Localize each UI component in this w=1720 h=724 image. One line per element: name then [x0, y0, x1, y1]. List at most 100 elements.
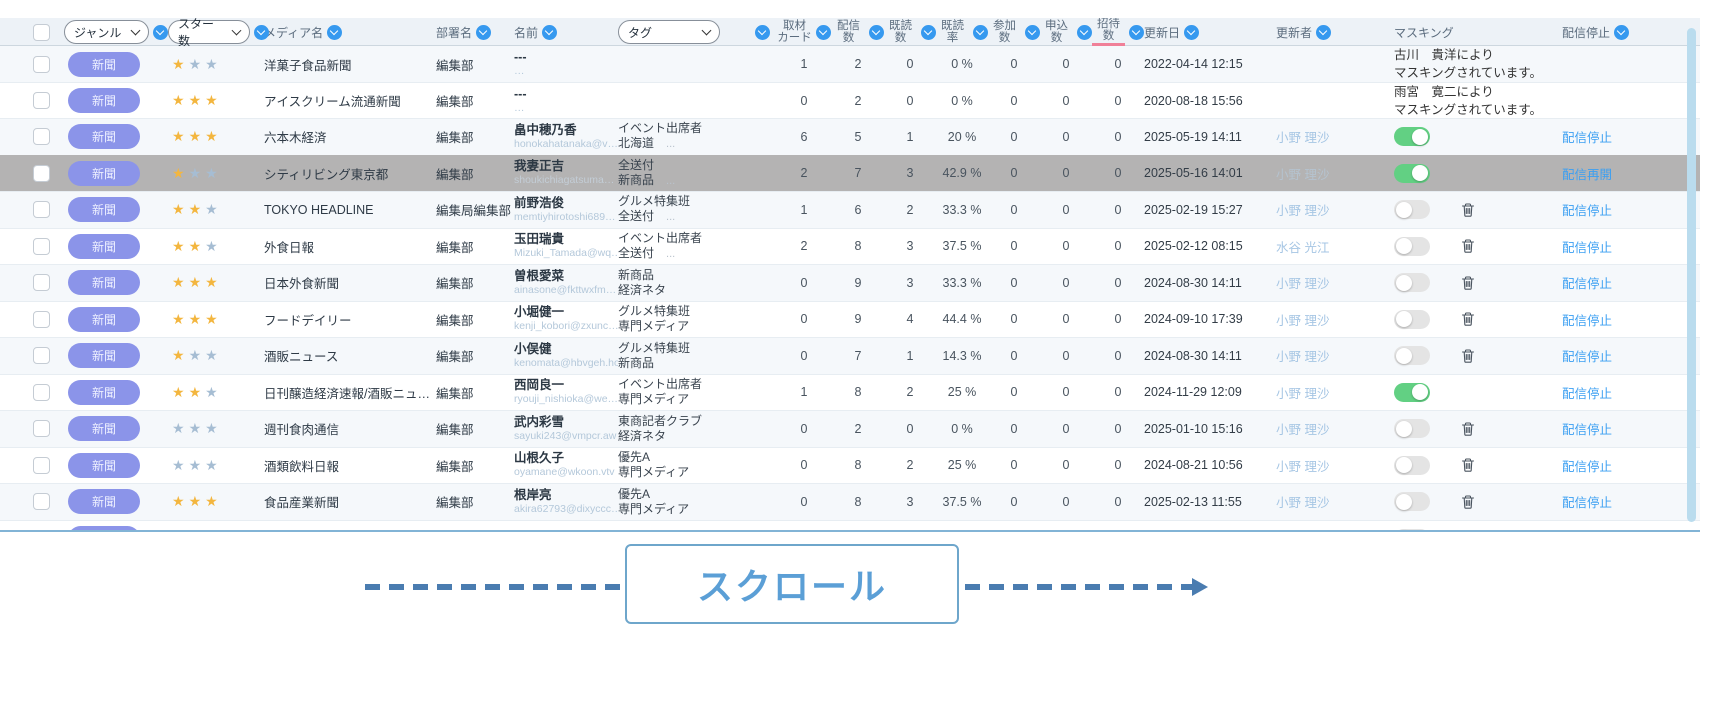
trash-icon[interactable]: [1460, 457, 1476, 473]
col-header-delivered: 配信数: [832, 20, 884, 44]
sort-icon-card[interactable]: [816, 25, 831, 40]
sort-icon-genre[interactable]: [153, 25, 168, 40]
toggle-knob: [1396, 421, 1412, 437]
sort-icon-name[interactable]: [542, 25, 557, 40]
table-row[interactable]: 新聞 ★★★ 六本木経済 編集部 畠中穂乃香 honokahatanaka@v……: [0, 118, 1700, 155]
distribution-stop-link[interactable]: 配信停止: [1562, 314, 1612, 328]
masking-toggle[interactable]: [1394, 383, 1430, 402]
select-all-checkbox[interactable]: [33, 24, 50, 41]
sort-icon-stars[interactable]: [254, 25, 269, 40]
genre-filter-dropdown[interactable]: ジャンル: [64, 20, 149, 44]
table-row[interactable]: 新聞 ★★★ 冷食日報 冷食日報部 吉村勝美 新商品 ... 0 7 1 14.…: [0, 520, 1700, 533]
row-checkbox[interactable]: [33, 274, 50, 291]
row-checkbox[interactable]: [33, 92, 50, 109]
row-checkbox[interactable]: [33, 384, 50, 401]
sort-icon-updated[interactable]: [1184, 25, 1199, 40]
row-checkbox[interactable]: [33, 530, 50, 532]
distribution-stop-link[interactable]: 配信停止: [1562, 277, 1612, 291]
delivered-count: 8: [832, 458, 884, 472]
table-row[interactable]: 新聞 ★★★ 洋菓子食品新聞 編集部 --- … ... 1 2 0 0 % 0…: [0, 46, 1700, 82]
star-filter-dropdown[interactable]: スター数: [168, 20, 250, 44]
read-rate: 0 %: [936, 57, 988, 71]
row-checkbox[interactable]: [33, 56, 50, 73]
distribution-stop-link[interactable]: 配信停止: [1562, 350, 1612, 364]
row-checkbox[interactable]: [33, 347, 50, 364]
masking-toggle[interactable]: [1394, 456, 1430, 475]
table-row[interactable]: 新聞 ★★★ アイスクリーム流通新聞 編集部 --- … ... 0 2 0 0…: [0, 82, 1700, 119]
trash-icon[interactable]: [1460, 311, 1476, 327]
tag-filter-dropdown[interactable]: タグ: [618, 20, 720, 44]
row-checkbox[interactable]: [33, 493, 50, 510]
masking-toggle[interactable]: [1394, 237, 1430, 256]
row-checkbox[interactable]: [33, 128, 50, 145]
distribution-stop-link[interactable]: 配信停止: [1562, 460, 1612, 474]
masking-cell: [1394, 200, 1562, 219]
sort-icon-applications[interactable]: [1077, 25, 1092, 40]
row-checkbox[interactable]: [33, 420, 50, 437]
sort-icon-read[interactable]: [921, 25, 936, 40]
table-row[interactable]: 新聞 ★★★ 日本外食新聞 編集部 曽根愛菜 ainasone@fkttwxfm…: [0, 264, 1700, 301]
sort-icon-rate[interactable]: [973, 25, 988, 40]
table-row[interactable]: 新聞 ★★★ TOKYO HEADLINE 編集局編集部 前野浩俊 memtiy…: [0, 191, 1700, 228]
person-name: 畠中穂乃香: [514, 123, 618, 138]
trash-icon[interactable]: [1460, 238, 1476, 254]
sort-icon-invites[interactable]: [1129, 25, 1144, 40]
sort-icon-participants[interactable]: [1025, 25, 1040, 40]
vertical-scrollbar-thumb[interactable]: [1687, 28, 1696, 522]
invites-count: 0: [1092, 458, 1144, 472]
table-row[interactable]: 新聞 ★★★ 酒類飲料日報 編集部 山根久子 oyamane@wkoon.vtv…: [0, 447, 1700, 484]
row-checkbox[interactable]: [33, 165, 50, 182]
star-icon: ★: [172, 128, 189, 144]
row-checkbox[interactable]: [33, 201, 50, 218]
chevron-down-icon: [702, 26, 712, 36]
department: 冷食日報部: [436, 529, 514, 532]
masking-toggle[interactable]: [1394, 273, 1430, 292]
distribution-stop-link[interactable]: 配信再開: [1562, 168, 1612, 182]
sort-icon-updater[interactable]: [1316, 25, 1331, 40]
table-row[interactable]: 新聞 ★★★ 週刊食肉通信 編集部 武内彩雪 sayuki243@vmpcr.a…: [0, 410, 1700, 447]
table-row[interactable]: 新聞 ★★★ 食品産業新聞 編集部 根岸亮 akira62793@dixyccc…: [0, 483, 1700, 520]
genre-badge: 新聞: [68, 52, 140, 77]
table-row[interactable]: 新聞 ★★★ 外食日報 編集部 玉田瑞貴 Mizuki_Tamada@wq… イ…: [0, 228, 1700, 265]
person-email: oyamane@wkoon.vtv: [514, 466, 618, 479]
distribution-stop-link[interactable]: 配信停止: [1562, 496, 1612, 510]
distribution-stop-link[interactable]: 配信停止: [1562, 423, 1612, 437]
masking-toggle[interactable]: [1394, 127, 1430, 146]
invites-count: 0: [1092, 385, 1144, 399]
masking-toggle[interactable]: [1394, 492, 1430, 511]
trash-icon[interactable]: [1460, 421, 1476, 437]
trash-icon[interactable]: [1460, 275, 1476, 291]
masking-toggle[interactable]: [1394, 419, 1430, 438]
sort-icon-dept[interactable]: [476, 25, 491, 40]
media-name: 冷食日報: [264, 529, 436, 532]
updated-by: 小野 理沙: [1276, 273, 1394, 292]
distribution-stop-link[interactable]: 配信停止: [1562, 204, 1612, 218]
table-row[interactable]: 新聞 ★★★ 酒販ニュース 編集部 小俣健 kenomata@hbvgeh.ho…: [0, 337, 1700, 374]
row-checkbox[interactable]: [33, 311, 50, 328]
sort-icon-stop[interactable]: [1614, 25, 1629, 40]
row-checkbox[interactable]: [33, 457, 50, 474]
sort-icon-tag[interactable]: [755, 25, 770, 40]
table-row[interactable]: 新聞 ★★★ フードデイリー 編集部 小堀健一 kenji_kobori@zxu…: [0, 301, 1700, 338]
masking-toggle[interactable]: [1394, 164, 1430, 183]
table-row[interactable]: 新聞 ★★★ 日刊醸造経済速報/酒販ニュ… 編集部 西岡良一 ryouji_ni…: [0, 374, 1700, 411]
media-name: 六本木経済: [264, 127, 436, 146]
row-checkbox[interactable]: [33, 238, 50, 255]
distribution-stop-link[interactable]: 配信停止: [1562, 131, 1612, 145]
trash-icon[interactable]: [1460, 530, 1476, 532]
masking-toggle[interactable]: [1394, 200, 1430, 219]
trash-icon[interactable]: [1460, 202, 1476, 218]
sort-icon-media[interactable]: [327, 25, 342, 40]
masking-toggle[interactable]: [1394, 346, 1430, 365]
sort-icon-delivered[interactable]: [869, 25, 884, 40]
table-row[interactable]: 新聞 ★★★ シティリビング東京都 編集部 我妻正吉 shoukichiagat…: [0, 155, 1700, 192]
trash-icon[interactable]: [1460, 494, 1476, 510]
genre-badge: 新聞: [68, 124, 140, 149]
masking-toggle[interactable]: [1394, 310, 1430, 329]
trash-icon[interactable]: [1460, 348, 1476, 364]
masking-toggle[interactable]: [1394, 529, 1430, 532]
distribution-stop-link[interactable]: 配信停止: [1562, 241, 1612, 255]
person-email: shoukichiagatsuma…: [514, 174, 618, 187]
masking-cell: [1394, 164, 1562, 183]
distribution-stop-link[interactable]: 配信停止: [1562, 387, 1612, 401]
